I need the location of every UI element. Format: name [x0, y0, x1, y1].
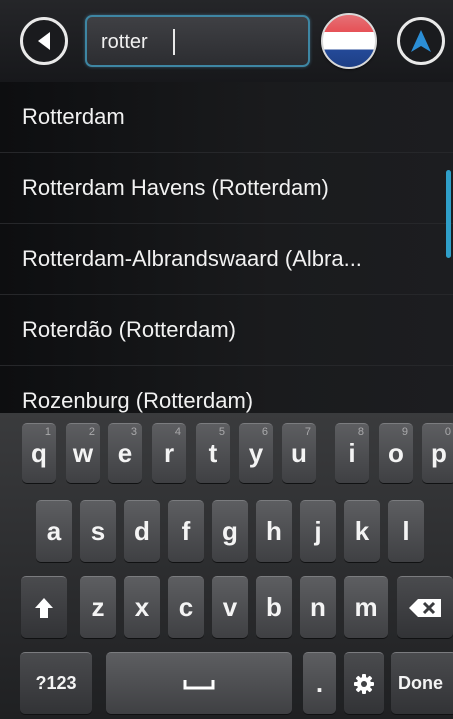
netherlands-flag-icon	[323, 15, 375, 41]
country-flag-button[interactable]	[321, 13, 377, 69]
result-label: Rozenburg (Rotterdam)	[22, 388, 254, 413]
key-label: .	[315, 668, 324, 698]
search-field[interactable]	[85, 15, 310, 67]
space-icon	[183, 679, 215, 689]
symbols-key[interactable]: ?123	[20, 652, 92, 714]
key-q[interactable]: q1	[22, 423, 56, 483]
period-key[interactable]: .	[303, 652, 336, 714]
result-label: Rotterdam	[22, 104, 125, 129]
key-label: z	[91, 592, 105, 622]
key-t[interactable]: t5	[196, 423, 230, 483]
onscreen-keyboard: q1 w2 e3 r4 t5 y6 u7 i8 o9 p0 a s d f g …	[0, 413, 453, 719]
key-label: k	[354, 516, 370, 546]
key-p[interactable]: p0	[422, 423, 453, 483]
list-item[interactable]: Rotterdam-Albrandswaard (Albra...	[0, 224, 453, 295]
key-label: b	[266, 592, 282, 622]
key-label: j	[314, 516, 322, 546]
result-label: Roterdão (Rotterdam)	[22, 317, 236, 342]
key-hint: 1	[44, 426, 51, 438]
key-hint: 9	[401, 426, 408, 438]
delete-key[interactable]	[397, 576, 453, 638]
settings-key[interactable]	[344, 652, 384, 714]
key-label: l	[402, 516, 410, 546]
key-hint: 6	[261, 426, 268, 438]
navigation-button[interactable]	[397, 17, 445, 65]
key-label: y	[248, 438, 264, 468]
key-hint: 5	[218, 426, 225, 438]
key-o[interactable]: o9	[379, 423, 413, 483]
key-label: x	[134, 592, 150, 622]
key-i[interactable]: i8	[335, 423, 369, 483]
key-label: h	[266, 516, 282, 546]
key-hint: 2	[88, 426, 95, 438]
key-n[interactable]: n	[300, 576, 336, 638]
key-e[interactable]: e3	[108, 423, 142, 483]
key-label: ?123	[35, 673, 77, 693]
key-r[interactable]: r4	[152, 423, 186, 483]
key-label: t	[208, 438, 218, 468]
key-a[interactable]: a	[36, 500, 72, 562]
key-z[interactable]: z	[80, 576, 116, 638]
key-label: w	[72, 438, 94, 468]
key-s[interactable]: s	[80, 500, 116, 562]
list-item[interactable]: Roterdão (Rotterdam)	[0, 295, 453, 366]
key-label: r	[163, 438, 175, 468]
key-label: p	[431, 438, 447, 468]
key-label: f	[181, 516, 191, 546]
key-m[interactable]: m	[344, 576, 388, 638]
shift-key[interactable]	[21, 576, 67, 638]
scrollbar[interactable]	[446, 170, 451, 258]
search-input[interactable]	[101, 26, 291, 58]
key-u[interactable]: u7	[282, 423, 316, 483]
key-label: c	[178, 592, 194, 622]
key-c[interactable]: c	[168, 576, 204, 638]
key-hint: 4	[174, 426, 181, 438]
key-v[interactable]: v	[212, 576, 248, 638]
search-results-list: Rotterdam Rotterdam Havens (Rotterdam) R…	[0, 82, 453, 413]
shift-icon	[35, 597, 53, 618]
key-x[interactable]: x	[124, 576, 160, 638]
backspace-icon	[409, 598, 441, 617]
key-label: d	[134, 516, 150, 546]
result-label: Rotterdam-Albrandswaard (Albra...	[22, 246, 362, 271]
list-item[interactable]: Rotterdam	[0, 82, 453, 153]
list-item[interactable]: Rozenburg (Rotterdam)	[0, 366, 453, 413]
key-f[interactable]: f	[168, 500, 204, 562]
key-label: o	[388, 438, 404, 468]
text-cursor	[173, 29, 175, 55]
key-g[interactable]: g	[212, 500, 248, 562]
key-hint: 0	[444, 426, 451, 438]
key-label: Done	[398, 673, 443, 693]
key-d[interactable]: d	[124, 500, 160, 562]
key-j[interactable]: j	[300, 500, 336, 562]
key-h[interactable]: h	[256, 500, 292, 562]
back-button[interactable]	[20, 17, 68, 65]
key-label: n	[310, 592, 326, 622]
key-label: m	[354, 592, 378, 622]
key-k[interactable]: k	[344, 500, 380, 562]
key-label: a	[46, 516, 62, 546]
key-hint: 7	[304, 426, 311, 438]
result-label: Rotterdam Havens (Rotterdam)	[22, 175, 329, 200]
navigation-arrow-icon	[411, 30, 431, 52]
key-label: q	[31, 438, 47, 468]
done-key[interactable]: Done	[391, 652, 453, 714]
key-label: i	[348, 438, 356, 468]
key-hint: 8	[357, 426, 364, 438]
key-label: v	[222, 592, 238, 622]
key-label: e	[117, 438, 133, 468]
key-l[interactable]: l	[388, 500, 424, 562]
key-hint: 3	[130, 426, 137, 438]
space-key[interactable]	[106, 652, 292, 714]
key-label: s	[90, 516, 106, 546]
key-b[interactable]: b	[256, 576, 292, 638]
key-label: u	[291, 438, 307, 468]
key-y[interactable]: y6	[239, 423, 273, 483]
list-item[interactable]: Rotterdam Havens (Rotterdam)	[0, 153, 453, 224]
back-arrow-icon	[38, 32, 50, 50]
search-toolbar	[0, 0, 453, 83]
key-w[interactable]: w2	[66, 423, 100, 483]
gear-icon	[354, 673, 374, 694]
key-label: g	[222, 516, 238, 546]
